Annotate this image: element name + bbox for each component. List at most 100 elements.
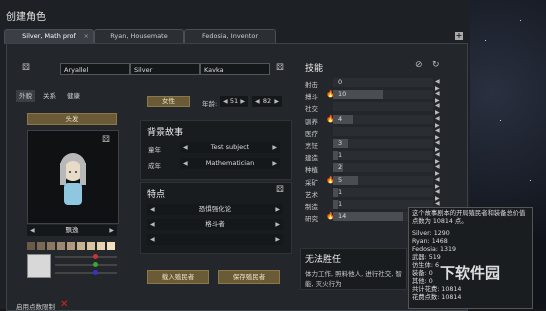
trait-2-select[interactable]: ◀ 格斗者 ▶ — [147, 219, 283, 230]
tooltip-line: 武器: 519 — [412, 254, 441, 261]
skill-value: 0 — [338, 78, 343, 86]
skill-value: 3 — [338, 139, 343, 147]
incapable-text: 体力工作, 照料他人, 进行社交, 智能, 灭火行为 — [305, 270, 402, 288]
reset-icon[interactable]: ⊘ — [415, 61, 423, 70]
last-name-field[interactable]: Kavka — [200, 63, 270, 75]
skill-value: 1 — [338, 200, 343, 208]
skill-row: 种植 2 ◀ ▶ — [305, 162, 445, 177]
color-swatch[interactable] — [67, 242, 75, 250]
skill-name: 医疗 — [305, 129, 318, 138]
skill-bar[interactable] — [333, 102, 433, 112]
watermark-text: 下软件园 — [440, 264, 501, 282]
skill-name: 搏斗 — [305, 93, 318, 102]
childhood-select[interactable]: ◀ Test subject ▶ — [180, 142, 280, 153]
subtab-relations[interactable]: 关系 — [40, 90, 59, 102]
skill-bar[interactable]: 1 — [333, 187, 433, 197]
color-swatch[interactable] — [27, 242, 35, 250]
traits-title: 特点 — [147, 190, 166, 200]
backstory-title: 背景故事 — [147, 128, 184, 138]
color-swatch[interactable] — [97, 242, 105, 250]
skill-row: 采矿 🔥 5 ◀ ▶ — [305, 175, 445, 190]
points-tooltip: 这个故事剧本的开局殖民者和装备总价值点数为 10814 点。 Silver: 1… — [408, 207, 533, 309]
skill-name: 艺术 — [305, 190, 318, 199]
trait-3-select[interactable]: ◀ ▶ — [147, 234, 283, 245]
skill-value: 1 — [338, 151, 343, 160]
tooltip-line: 共计花费: 10814 — [412, 286, 462, 293]
color-swatch[interactable] — [107, 242, 115, 250]
dice-icon[interactable]: ⚄ — [102, 136, 110, 145]
tab-silver[interactable]: Silver, Math prof × — [4, 29, 94, 44]
skill-name: 研究 — [305, 215, 318, 224]
color-swatch[interactable] — [57, 242, 65, 250]
hair-button[interactable]: 头发 — [27, 113, 117, 125]
skill-value: 10 — [338, 90, 347, 99]
color-swatch[interactable] — [37, 242, 45, 250]
subtab-appearance[interactable]: 外貌 — [16, 90, 35, 102]
skill-bar[interactable]: 3 — [333, 139, 433, 148]
close-icon[interactable]: × — [84, 30, 89, 43]
skill-value: 4 — [338, 114, 343, 123]
subtab-health[interactable]: 健康 — [64, 90, 83, 102]
childhood-label: 童年 — [148, 146, 161, 154]
skill-value: 14 — [338, 212, 347, 221]
nick-name-field[interactable]: Silver — [130, 63, 200, 75]
create-character-window: 创建角色 Silver, Math prof × Ryan, Housemate … — [0, 0, 470, 311]
skill-bar[interactable]: 0 — [333, 78, 433, 87]
bio-age-stepper[interactable]: ◀ 51 ▶ — [220, 96, 248, 107]
blue-slider[interactable] — [55, 270, 117, 275]
skill-bar[interactable]: 2 — [333, 163, 433, 173]
tooltip-line: Silver: 1290 — [412, 230, 450, 237]
save-pawn-button[interactable]: 保存殖民者 — [218, 270, 280, 284]
color-swatch[interactable] — [77, 242, 85, 250]
skill-row: 建造 1 ◀ ▶ — [305, 150, 445, 165]
skill-bar[interactable]: 4 — [333, 114, 433, 124]
disabled-x-icon[interactable]: ✕ — [60, 299, 68, 310]
skill-row: 搏斗 🔥 10 ◀ ▶ — [305, 89, 445, 104]
skills-title: 技能 — [305, 64, 324, 74]
adulthood-select[interactable]: ◀ Mathematician ▶ — [180, 158, 280, 169]
skill-row: 医疗 ◀ ▶ — [305, 126, 445, 141]
skill-name: 社交 — [305, 105, 318, 114]
tab-label: Fedosia, Inventor — [202, 32, 258, 40]
tooltip-line: Ryan: 1468 — [412, 238, 448, 245]
skill-row: 射击 0 ◀ ▶ — [305, 77, 445, 92]
dice-icon[interactable]: ⚄ — [276, 186, 284, 195]
skill-name: 射击 — [305, 81, 318, 89]
add-tab-button[interactable]: + — [455, 32, 463, 40]
color-swatch[interactable] — [47, 242, 55, 250]
tooltip-line: Fedosia: 1319 — [412, 246, 457, 253]
color-swatch[interactable] — [87, 242, 95, 250]
tooltip-line: 这个故事剧本的开局殖民者和装备总价值点数为 10814 点。 — [412, 210, 526, 225]
age-label: 年龄: — [202, 100, 218, 108]
skill-bar[interactable]: 1 — [333, 151, 433, 161]
hair-style-select[interactable]: ◀ 飘逸 ▶ — [27, 225, 117, 236]
skill-value: 1 — [338, 187, 343, 196]
skill-row: 驯养 🔥 4 ◀ ▶ — [305, 114, 445, 129]
tab-ryan[interactable]: Ryan, Housemate — [94, 29, 184, 44]
tab-label: Ryan, Housemate — [110, 32, 168, 40]
skill-bar[interactable]: 5 — [333, 175, 433, 185]
randomize-name-icon[interactable]: ⚄ — [276, 64, 284, 73]
gender-button[interactable]: 女性 — [147, 96, 190, 107]
first-name-field[interactable]: Aryallel — [60, 63, 130, 75]
load-pawn-button[interactable]: 载入殖民者 — [147, 270, 209, 284]
green-slider[interactable] — [55, 262, 117, 267]
tooltip-line: 花费点数: 10814 — [412, 294, 462, 301]
skill-name: 烹饪 — [305, 142, 318, 150]
tab-label: Silver, Math prof — [22, 32, 76, 40]
window-title: 创建角色 — [6, 12, 46, 23]
trait-1-select[interactable]: ◀ 恐惧强化论 ▶ — [147, 204, 283, 215]
skill-row: 社交 ◀ ▶ — [305, 101, 445, 116]
refresh-icon[interactable]: ↻ — [432, 61, 440, 70]
incapable-title: 无法胜任 — [305, 255, 342, 265]
skill-bar[interactable] — [333, 126, 433, 136]
skill-row: 烹饪 3 ◀ ▶ — [305, 138, 445, 153]
red-slider[interactable] — [55, 254, 117, 259]
chrono-age-stepper[interactable]: ◀ 82 ▶ — [252, 96, 282, 107]
skill-name: 采矿 — [305, 178, 318, 187]
skill-value: 2 — [338, 163, 343, 172]
dice-icon[interactable]: ⚄ — [22, 64, 30, 73]
tab-fedosia[interactable]: Fedosia, Inventor — [184, 29, 276, 44]
skill-bar[interactable]: 10 — [333, 90, 433, 100]
adulthood-label: 成年 — [148, 162, 161, 170]
